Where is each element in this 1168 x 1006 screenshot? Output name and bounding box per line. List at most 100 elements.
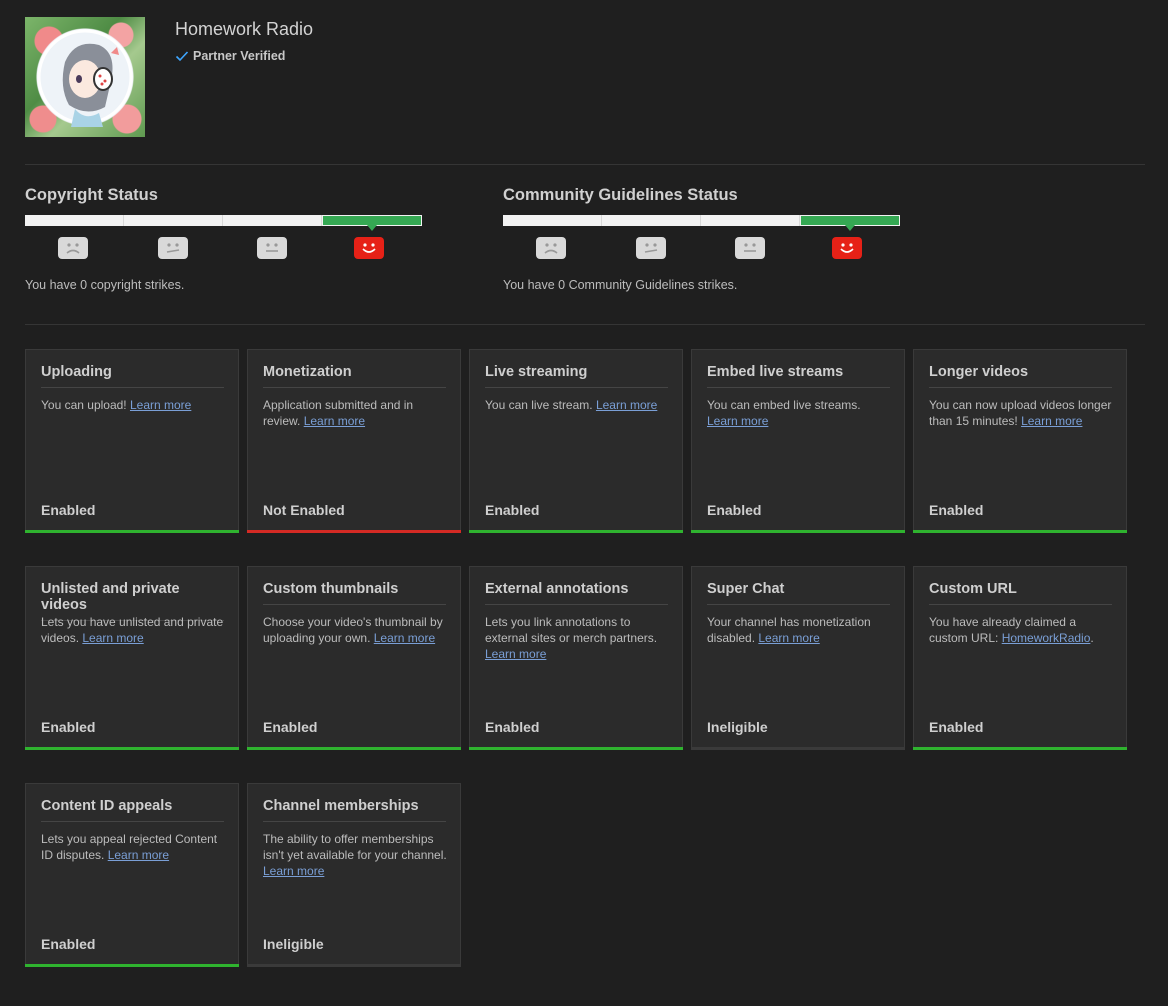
status-strip: [691, 747, 905, 750]
feature-status: Enabled: [41, 719, 96, 735]
feature-status: Enabled: [707, 502, 762, 518]
feature-status: Enabled: [41, 502, 96, 518]
neutral-face-icon: [735, 237, 765, 259]
copyright-faces: [25, 237, 422, 261]
community-faces: [503, 237, 900, 261]
strike-segment: [223, 215, 322, 226]
unhappy-face-icon: [158, 237, 188, 259]
community-status-title: Community Guidelines Status: [503, 186, 738, 204]
status-strip: [247, 530, 461, 533]
divider: [25, 324, 1145, 325]
copyright-strikes-text: You have 0 copyright strikes.: [25, 278, 185, 292]
learn-more-link[interactable]: Learn more: [596, 398, 657, 412]
feature-description: Your channel has monetization disabled. …: [707, 615, 871, 645]
feature-card: Uploading You can upload! Learn more Ena…: [25, 349, 239, 533]
status-strip: [691, 530, 905, 533]
strike-segment: [701, 215, 800, 226]
feature-status: Ineligible: [263, 936, 324, 952]
feature-title: Custom thumbnails: [263, 581, 446, 605]
feature-status: Enabled: [485, 719, 540, 735]
learn-more-link[interactable]: Learn more: [108, 848, 169, 862]
feature-title: Custom URL: [929, 581, 1112, 605]
custom-url-link[interactable]: HomeworkRadio: [1002, 631, 1091, 645]
feature-card: Longer videos You can now upload videos …: [913, 349, 1127, 533]
feature-description: Lets you have unlisted and private video…: [41, 615, 224, 645]
strike-segment: [602, 215, 701, 226]
strike-segment: [503, 215, 602, 226]
feature-description: Lets you link annotations to external si…: [485, 615, 658, 661]
strike-segment-current: [800, 215, 900, 231]
feature-title: Content ID appeals: [41, 798, 224, 822]
feature-card: Channel memberships The ability to offer…: [247, 783, 461, 967]
feature-card: Super Chat Your channel has monetization…: [691, 566, 905, 750]
channel-avatar[interactable]: [25, 17, 145, 137]
status-strip: [469, 530, 683, 533]
channel-header: Homework Radio Partner Verified: [25, 17, 1145, 137]
feature-status: Ineligible: [707, 719, 768, 735]
feature-card: Monetization Application submitted and i…: [247, 349, 461, 533]
strike-segment: [124, 215, 223, 226]
feature-title: Uploading: [41, 364, 224, 388]
learn-more-link[interactable]: Learn more: [707, 414, 768, 428]
learn-more-link[interactable]: Learn more: [374, 631, 435, 645]
sad-face-icon: [536, 237, 566, 259]
status-strip: [247, 964, 461, 967]
status-strip: [913, 530, 1127, 533]
feature-status: Enabled: [929, 502, 984, 518]
channel-name: Homework Radio: [175, 19, 314, 39]
strike-segment-current: [322, 215, 422, 231]
divider: [25, 164, 1145, 165]
happy-face-icon: [832, 237, 862, 259]
feature-card: External annotations Lets you link annot…: [469, 566, 683, 750]
status-strip: [469, 747, 683, 750]
feature-title: Monetization: [263, 364, 446, 388]
check-icon: [175, 51, 189, 62]
feature-status: Enabled: [41, 936, 96, 952]
copyright-status: Copyright Status You have 0 copyright st…: [25, 186, 425, 292]
community-strikes-text: You have 0 Community Guidelines strikes.: [503, 278, 738, 292]
learn-more-link[interactable]: Learn more: [758, 631, 819, 645]
feature-title: Embed live streams: [707, 364, 890, 388]
status-strip: [25, 747, 239, 750]
feature-status: Not Enabled: [263, 502, 345, 518]
learn-more-link[interactable]: Learn more: [82, 631, 143, 645]
learn-more-link[interactable]: Learn more: [1021, 414, 1082, 428]
feature-status: Enabled: [485, 502, 540, 518]
feature-description: You can upload! Learn more: [41, 398, 192, 412]
feature-title: Channel memberships: [263, 798, 446, 822]
feature-description: Lets you appeal rejected Content ID disp…: [41, 832, 218, 862]
neutral-face-icon: [257, 237, 287, 259]
feature-title: Longer videos: [929, 364, 1112, 388]
feature-description: You can live stream. Learn more: [485, 398, 658, 412]
feature-description: You can now upload videos longer than 15…: [929, 398, 1112, 428]
learn-more-link[interactable]: Learn more: [263, 864, 324, 878]
status-strip: [913, 747, 1127, 750]
learn-more-link[interactable]: Learn more: [130, 398, 191, 412]
feature-description: You can embed live streams. Learn more: [707, 398, 861, 428]
sad-face-icon: [58, 237, 88, 259]
community-strike-bar: [503, 215, 900, 231]
happy-face-icon: [354, 237, 384, 259]
feature-card: Unlisted and private videos Lets you hav…: [25, 566, 239, 750]
learn-more-link[interactable]: Learn more: [485, 647, 546, 661]
feature-status: Enabled: [929, 719, 984, 735]
status-strip: [25, 964, 239, 967]
verified-label: Partner Verified: [193, 49, 286, 63]
status-strip: [25, 530, 239, 533]
feature-card: Content ID appeals Lets you appeal rejec…: [25, 783, 239, 967]
feature-description: You have already claimed a custom URL: H…: [929, 615, 1094, 645]
copyright-status-title: Copyright Status: [25, 186, 158, 204]
unhappy-face-icon: [636, 237, 666, 259]
feature-card: Live streaming You can live stream. Lear…: [469, 349, 683, 533]
feature-title: Super Chat: [707, 581, 890, 605]
strike-segment: [25, 215, 124, 226]
feature-description: Choose your video's thumbnail by uploadi…: [263, 615, 443, 645]
feature-title: External annotations: [485, 581, 668, 605]
learn-more-link[interactable]: Learn more: [304, 414, 365, 428]
feature-description: Application submitted and in review. Lea…: [263, 398, 414, 428]
partner-verified: Partner Verified: [175, 49, 285, 63]
status-strip: [247, 747, 461, 750]
feature-title: Live streaming: [485, 364, 668, 388]
feature-card: Custom URL You have already claimed a cu…: [913, 566, 1127, 750]
feature-card: Embed live streams You can embed live st…: [691, 349, 905, 533]
